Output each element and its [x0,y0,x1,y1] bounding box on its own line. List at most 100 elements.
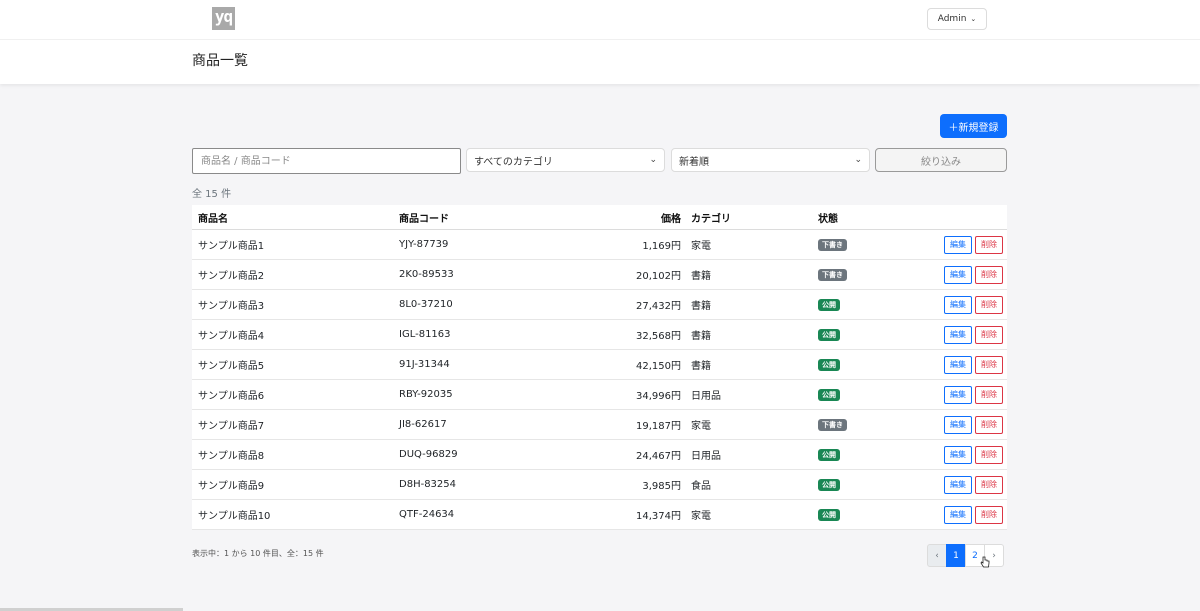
status-cell: 公開 [818,440,840,469]
edit-button[interactable]: 編集 [944,295,972,314]
product-name: サンプル商品8 [198,451,265,462]
product-code: 8L0-37210 [399,299,453,310]
product-category: 家電 [691,241,711,252]
status-badge: 下書き [818,418,847,431]
edit-button[interactable]: 編集 [944,475,972,494]
delete-button[interactable]: 削除 [975,415,1003,434]
status-badge: 下書き [818,238,847,251]
status-cell: 下書き [818,260,847,289]
delete-button[interactable]: 削除 [975,235,1003,254]
row-actions: 編集 削除 [941,230,1003,259]
delete-button[interactable]: 削除 [975,325,1003,344]
product-code: 91J-31344 [399,359,450,370]
table-row: サンプル商品5 91J-31344 42,150円 書籍 公開 編集 削除 [192,350,1007,380]
new-product-button[interactable]: ＋新規登録 [940,114,1007,138]
status-cell: 公開 [818,470,840,499]
status-cell: 公開 [818,380,840,409]
delete-button[interactable]: 削除 [975,445,1003,464]
chevron-down-icon: ⌄ [970,15,977,23]
table-row: サンプル商品2 2K0-89533 20,102円 書籍 下書き 編集 削除 [192,260,1007,290]
row-actions: 編集 削除 [941,290,1003,319]
product-price: 3,985円 [642,481,681,492]
status-cell: 公開 [818,290,840,319]
table-row: サンプル商品3 8L0-37210 27,432円 書籍 公開 編集 削除 [192,290,1007,320]
product-price: 14,374円 [636,511,681,522]
edit-button[interactable]: 編集 [944,445,972,464]
product-code: DUQ-96829 [399,449,458,460]
search-input[interactable] [192,148,461,174]
product-code: JI8-62617 [399,419,447,430]
product-name: サンプル商品2 [198,271,265,282]
table-row: サンプル商品10 QTF-24634 14,374円 家電 公開 編集 削除 [192,500,1007,530]
product-category: 書籍 [691,331,711,342]
page-prev-button[interactable]: ‹ [927,544,947,567]
product-name: サンプル商品3 [198,301,265,312]
product-code: D8H-83254 [399,479,457,490]
sort-select-value: 新着順 [679,156,709,168]
sort-select[interactable]: 新着順 ⌄ [671,148,870,172]
product-code: QTF-24634 [399,509,455,520]
top-navbar: yq Admin ⌄ [0,0,1200,40]
edit-button[interactable]: 編集 [944,505,972,524]
table-row: サンプル商品8 DUQ-96829 24,467円 日用品 公開 編集 削除 [192,440,1007,470]
table-header: 商品名 商品コード 価格 カテゴリ 状態 [192,205,1007,230]
status-badge: 公開 [818,508,840,521]
edit-button[interactable]: 編集 [944,265,972,284]
edit-button[interactable]: 編集 [944,235,972,254]
row-actions: 編集 削除 [941,320,1003,349]
product-category: 書籍 [691,301,711,312]
status-cell: 下書き [818,230,847,259]
status-badge: 下書き [818,268,847,281]
edit-button[interactable]: 編集 [944,355,972,374]
table-row: サンプル商品1 YJY-87739 1,169円 家電 下書き 編集 削除 [192,230,1007,260]
product-code: 2K0-89533 [399,269,454,280]
product-code: IGL-81163 [399,329,451,340]
status-cell: 公開 [818,500,840,529]
header-status: 状態 [818,213,838,225]
row-actions: 編集 削除 [941,380,1003,409]
row-actions: 編集 削除 [941,440,1003,469]
row-actions: 編集 削除 [941,350,1003,379]
header-price: 価格 [661,213,681,225]
status-badge: 公開 [818,448,840,461]
status-cell: 公開 [818,320,840,349]
edit-button[interactable]: 編集 [944,415,972,434]
filter-button[interactable]: 絞り込み [875,148,1007,172]
delete-button[interactable]: 削除 [975,355,1003,374]
admin-menu-button[interactable]: Admin ⌄ [927,8,987,30]
delete-button[interactable]: 削除 [975,265,1003,284]
product-code: RBY-92035 [399,389,453,400]
delete-button[interactable]: 削除 [975,295,1003,314]
brand-logo[interactable]: yq [212,7,235,30]
row-actions: 編集 削除 [941,260,1003,289]
row-actions: 編集 削除 [941,470,1003,499]
product-price: 34,996円 [636,391,681,402]
showing-text: 表示中：1 から 10 件目、全：15 件 [192,549,324,558]
admin-label: Admin [937,14,967,24]
total-count: 全 15 件 [192,189,232,200]
hand-cursor-icon [980,556,990,568]
edit-button[interactable]: 編集 [944,325,972,344]
table-body: サンプル商品1 YJY-87739 1,169円 家電 下書き 編集 削除 サンプル商品2 2K… [192,230,1007,530]
status-badge: 公開 [818,388,840,401]
page-1-button[interactable]: 1 [946,544,966,567]
row-actions: 編集 削除 [941,500,1003,529]
product-name: サンプル商品5 [198,361,265,372]
product-category: 日用品 [691,451,721,462]
delete-button[interactable]: 削除 [975,475,1003,494]
category-select[interactable]: すべてのカテゴリ ⌄ [466,148,665,172]
product-price: 42,150円 [636,361,681,372]
product-price: 24,467円 [636,451,681,462]
edit-button[interactable]: 編集 [944,385,972,404]
page-header: 商品一覧 [0,40,1200,84]
status-cell: 下書き [818,410,847,439]
page-title: 商品一覧 [192,53,248,69]
product-category: 日用品 [691,391,721,402]
delete-button[interactable]: 削除 [975,385,1003,404]
product-price: 27,432円 [636,301,681,312]
product-category: 書籍 [691,361,711,372]
category-select-value: すべてのカテゴリ [474,156,553,168]
product-category: 家電 [691,511,711,522]
table-row: サンプル商品9 D8H-83254 3,985円 食品 公開 編集 削除 [192,470,1007,500]
delete-button[interactable]: 削除 [975,505,1003,524]
